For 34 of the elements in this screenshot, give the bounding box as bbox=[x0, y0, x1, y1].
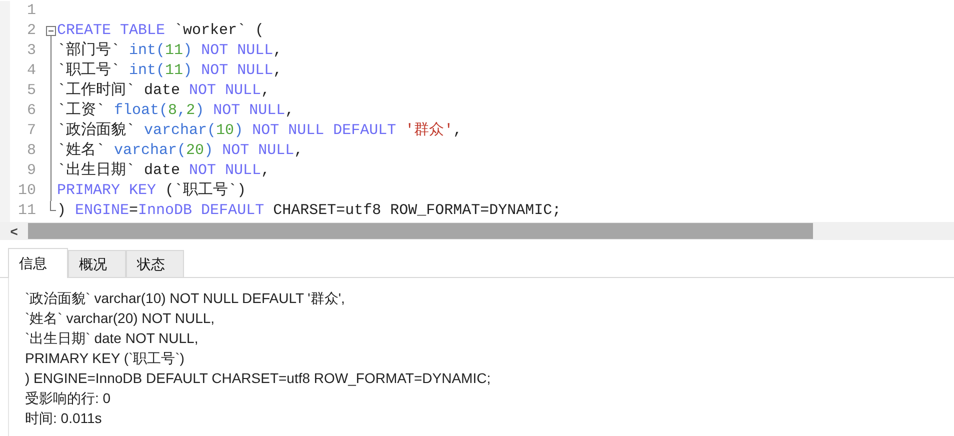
tab[interactable]: 状态 bbox=[126, 250, 184, 277]
line-number: 3 bbox=[26, 41, 37, 61]
line-number: 6 bbox=[26, 101, 37, 121]
code-line: `姓名` varchar(20) NOT NULL, bbox=[57, 141, 304, 161]
scrollbar-thumb[interactable] bbox=[28, 223, 813, 239]
code-line: `职工号` int(11) NOT NULL, bbox=[57, 61, 282, 81]
code-line: `工资` float(8,2) NOT NULL, bbox=[57, 101, 294, 121]
output-line: `出生日期` date NOT NULL, bbox=[25, 329, 200, 348]
line-number: 10 bbox=[16, 181, 37, 201]
scroll-left-button[interactable]: < bbox=[0, 222, 28, 240]
output-line: ) ENGINE=InnoDB DEFAULT CHARSET=utf8 ROW_FORMAT=DYNAMIC; bbox=[25, 369, 492, 388]
output-line: `政治面貌` varchar(10) NOT NULL DEFAULT '群众', bbox=[25, 289, 346, 308]
line-number: 2 bbox=[26, 21, 37, 41]
line-number: 5 bbox=[26, 81, 37, 101]
tab[interactable]: 概况 bbox=[68, 250, 126, 277]
line-number: 4 bbox=[26, 61, 37, 81]
code-line: `工作时间` date NOT NULL, bbox=[57, 81, 270, 101]
line-number: 7 bbox=[26, 121, 37, 141]
fold-end-icon bbox=[50, 201, 56, 211]
output-line: 时间: 0.011s bbox=[25, 409, 103, 428]
output-line: PRIMARY KEY (`职工号`) bbox=[25, 349, 186, 368]
line-number: 9 bbox=[26, 161, 37, 181]
code-line: ) ENGINE=InnoDB DEFAULT CHARSET=utf8 ROW_FORMAT=DYNAMIC; bbox=[57, 201, 562, 221]
output-line: 受影响的行: 0 bbox=[25, 389, 112, 408]
code-line: `部门号` int(11) NOT NULL, bbox=[57, 41, 282, 61]
line-number: 11 bbox=[16, 201, 37, 221]
tab[interactable]: 信息 bbox=[8, 248, 68, 278]
line-number: 1 bbox=[26, 1, 37, 21]
line-number: 8 bbox=[26, 141, 37, 161]
code-line: `政治面貌` varchar(10) NOT NULL DEFAULT '群众', bbox=[57, 121, 462, 141]
output-line: `姓名` varchar(20) NOT NULL, bbox=[25, 309, 216, 328]
code-line: CREATE TABLE `worker` ( bbox=[57, 21, 264, 41]
code-line: `出生日期` date NOT NULL, bbox=[57, 161, 270, 181]
code-line: PRIMARY KEY (`职工号`) bbox=[57, 181, 246, 201]
